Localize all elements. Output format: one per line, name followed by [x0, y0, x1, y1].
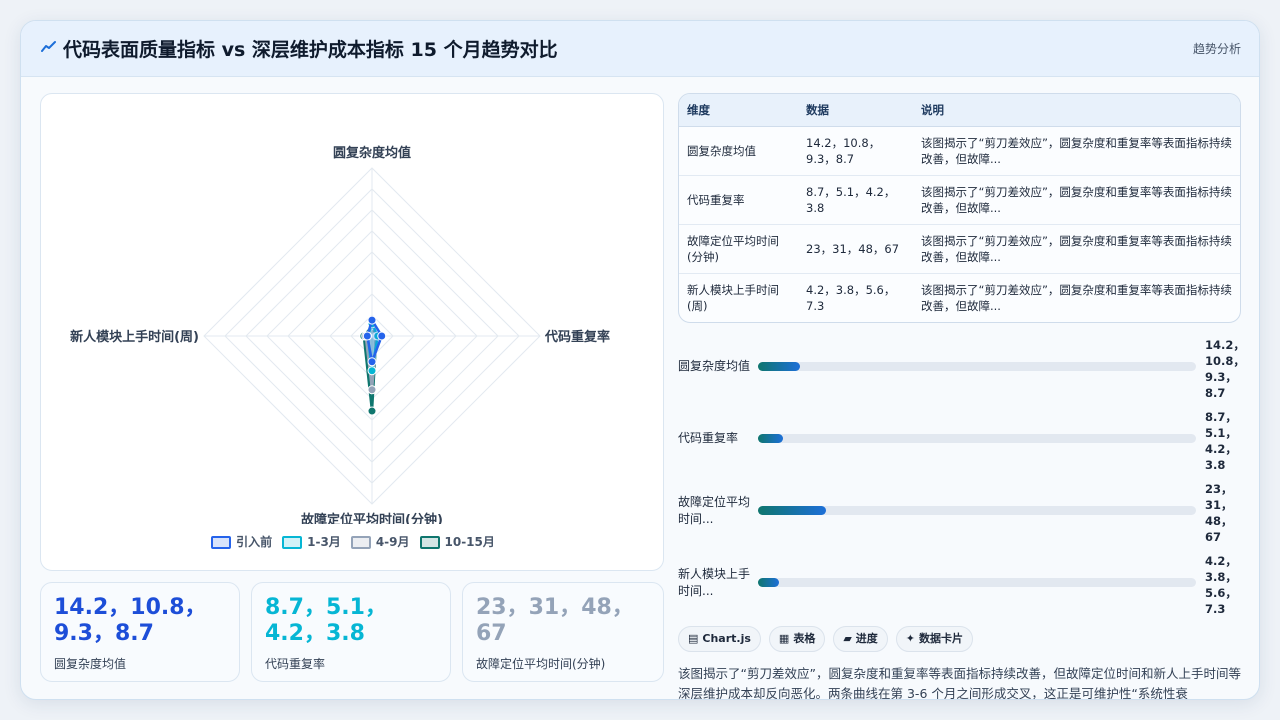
progress-icon: ▰ [843, 632, 852, 645]
stat-value: 23，31，48，67 [476, 595, 634, 646]
stat-value: 8.7，5.1，4.2，3.8 [265, 595, 387, 646]
table-cell-dimension: 故障定位平均时间(分钟) [679, 223, 798, 273]
table-header-dimension: 维度 [679, 94, 798, 127]
stat-card: 8.7，5.1，4.2，3.8 代码重复率 [251, 582, 451, 682]
chart-legend: 引入前 1-3月 4-9月 10-15月 [41, 533, 665, 553]
radar-data-point [367, 315, 377, 325]
chip-label: Chart.js [702, 632, 751, 645]
legend-item[interactable]: 4-9月 [350, 533, 410, 550]
radar-axis-label: 新人模块上手时间(周) [70, 329, 199, 345]
radar-chart: 圆复杂度均值代码重复率故障定位平均时间(分钟) 新人模块上手时间(周) [70, 145, 610, 524]
stat-label: 代码重复率 [265, 657, 326, 671]
table-cell-note: 该图揭示了“剪刀差效应”，圆复杂度和重复率等表面指标持续改善，但故障... [913, 174, 1240, 224]
legend-swatch [419, 536, 440, 549]
legend-label: 10-15月 [444, 535, 495, 549]
chip-label: 进度 [855, 632, 878, 645]
stat-card: 14.2，10.8，9.3，8.7 圆复杂度均值 [40, 582, 240, 682]
progress-value: 14.2，10.8，9.3，8.7 [1205, 338, 1245, 400]
table-row: 代码重复率 8.7，5.1，4.2，3.8 该图揭示了“剪刀差效应”，圆复杂度和… [679, 174, 1240, 224]
radar-data-point [377, 331, 387, 341]
radar-data-point [367, 366, 377, 376]
progress-track [758, 506, 1196, 515]
table-cell-dimension: 代码重复率 [679, 174, 798, 224]
radar-data-point [367, 406, 377, 416]
chip-chartjs[interactable]: ▤ Chart.js [678, 626, 761, 652]
stat-value: 14.2，10.8，9.3，8.7 [54, 595, 207, 646]
radar-axis-label: 代码重复率 [544, 329, 610, 345]
progress-fill [758, 578, 780, 587]
legend-swatch [350, 536, 371, 549]
table-cell-note: 该图揭示了“剪刀差效应”，圆复杂度和重复率等表面指标持续改善，但故障... [913, 223, 1240, 273]
data-table: 维度 数据 说明 圆复杂度均值 14.2，10.8，9.3，8.7 该图揭示了“… [678, 93, 1241, 323]
table-cell-dimension: 圆复杂度均值 [687, 143, 756, 158]
legend-label: 1-3月 [307, 535, 341, 549]
chip-label: 表格 [793, 632, 816, 645]
radar-axis-label: 圆复杂度均值 [333, 145, 411, 161]
progress-row: 新人模块上手时间... 4.2，3.8，5.6，7.3 [678, 553, 1241, 619]
legend-swatch [282, 536, 303, 549]
table-cell-data: 4.2，3.8，5.6，7.3 [798, 272, 913, 322]
header: 代码表面质量指标 vs 深层维护成本指标 15 个月趋势对比 趋势分析 [21, 21, 1259, 77]
progress-value: 23，31，48，67 [1205, 482, 1233, 544]
radar-chart-panel: 圆复杂度均值代码重复率故障定位平均时间(分钟) 新人模块上手时间(周) 引入前 1-… [40, 93, 664, 571]
progress-value: 4.2，3.8，5.6，7.3 [1205, 554, 1237, 616]
progress-row: 故障定位平均时间... 23，31，48，67 [678, 481, 1241, 547]
radar-axis-label: 故障定位平均时间(分钟) [301, 512, 443, 524]
progress-label: 故障定位平均时间... [678, 495, 751, 526]
progress-fill [758, 362, 800, 371]
progress-row: 代码重复率 8.7，5.1，4.2，3.8 [678, 409, 1241, 475]
radar-data-point [362, 331, 372, 341]
progress-row: 圆复杂度均值 14.2，10.8，9.3，8.7 [678, 337, 1245, 403]
chip-label: 数据卡片 [919, 632, 964, 645]
page-title: 代码表面质量指标 vs 深层维护成本指标 15 个月趋势对比 [63, 39, 558, 61]
trend-icon [41, 41, 56, 52]
table-cell-note: 该图揭示了“剪刀差效应”，圆复杂度和重复率等表面指标持续改善，但故障... [913, 272, 1240, 322]
legend-item[interactable]: 1-3月 [282, 533, 341, 550]
table-cell-note: 该图揭示了“剪刀差效应”，圆复杂度和重复率等表面指标持续改善，但故障... [921, 135, 1232, 166]
table-cell-data: 14.2，10.8，9.3，8.7 [806, 135, 881, 166]
progress-label: 代码重复率 [678, 431, 739, 445]
view-chips: ▤ Chart.js ▦ 表格 ▰ 进度 ✦ 数据卡片 [678, 626, 981, 652]
legend-label: 引入前 [236, 535, 273, 549]
table-cell-dimension: 新人模块上手时间(周) [679, 272, 798, 322]
table-cell-data: 23，31，48，67 [798, 223, 913, 273]
description-text: 该图揭示了“剪刀差效应”，圆复杂度和重复率等表面指标持续改善，但故障定位时间和新… [678, 666, 1241, 700]
legend-item[interactable]: 10-15月 [419, 533, 495, 550]
table-row: 新人模块上手时间(周) 4.2，3.8，5.6，7.3 该图揭示了“剪刀差效应”… [679, 272, 1240, 322]
chart-icon: ▤ [688, 632, 699, 645]
table-row: 故障定位平均时间(分钟) 23，31，48，67 该图揭示了“剪刀差效应”，圆复… [679, 223, 1240, 273]
stat-card: 23，31，48，67 故障定位平均时间(分钟) [462, 582, 664, 682]
progress-track [758, 362, 1196, 371]
chip-data-card[interactable]: ✦ 数据卡片 [895, 626, 974, 652]
progress-label: 圆复杂度均值 [678, 359, 751, 373]
progress-label: 新人模块上手时间... [678, 567, 751, 598]
chip-table[interactable]: ▦ 表格 [768, 626, 826, 652]
progress-value: 8.7，5.1，4.2，3.8 [1205, 410, 1237, 472]
radar-data-point [367, 357, 377, 367]
progress-track [758, 578, 1196, 587]
legend-item[interactable]: 引入前 [211, 533, 272, 550]
table-header-data: 数据 [798, 94, 913, 127]
progress-track [758, 434, 1196, 443]
progress-fill [758, 434, 784, 443]
legend-swatch [211, 536, 232, 549]
chip-progress[interactable]: ▰ 进度 [833, 626, 888, 652]
table-row: 圆复杂度均值 14.2，10.8，9.3，8.7 该图揭示了“剪刀差效应”，圆复… [679, 126, 1240, 175]
sparkle-icon: ✦ [905, 632, 916, 645]
radar-data-point [367, 385, 377, 395]
table-header-note: 说明 [913, 94, 1240, 127]
dashboard-card: 代码表面质量指标 vs 深层维护成本指标 15 个月趋势对比 趋势分析 圆复杂度… [20, 20, 1260, 700]
header-tag: 趋势分析 [1192, 42, 1241, 56]
stat-label: 圆复杂度均值 [54, 657, 127, 671]
legend-label: 4-9月 [375, 535, 410, 549]
progress-fill [758, 506, 826, 515]
table-icon: ▦ [778, 632, 790, 645]
stat-label: 故障定位平均时间(分钟) [476, 657, 606, 671]
table-cell-data: 8.7，5.1，4.2，3.8 [798, 174, 913, 224]
